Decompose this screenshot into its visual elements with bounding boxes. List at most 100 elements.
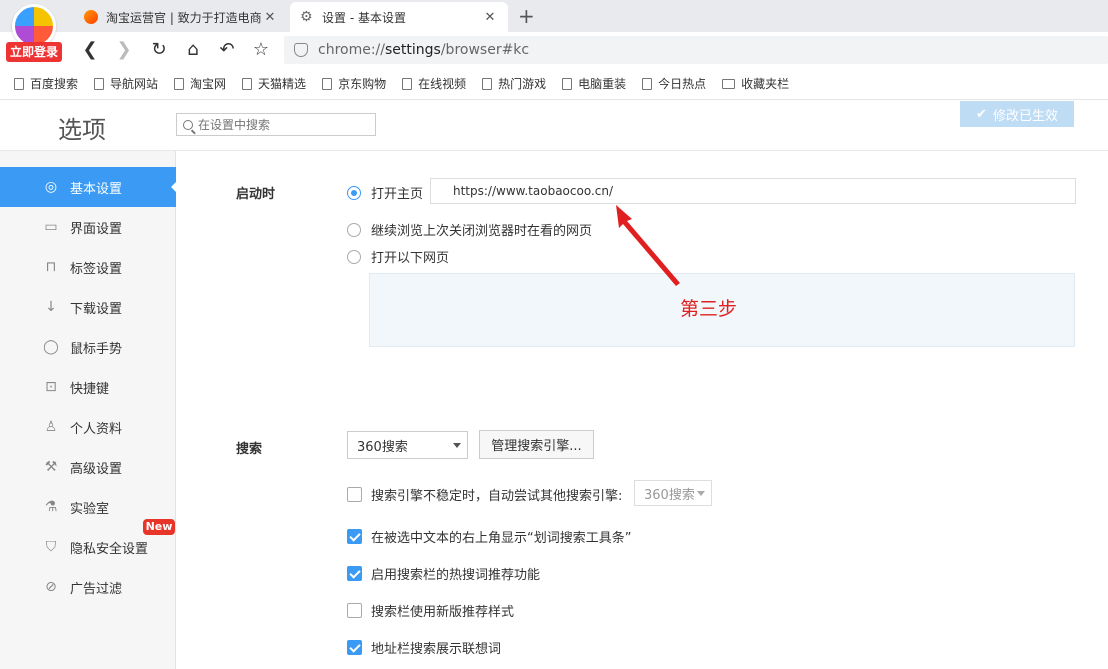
sidebar-item-label: 广告过滤: [70, 581, 123, 597]
startup-option-pages[interactable]: 打开以下网页: [347, 247, 449, 266]
option-new-style[interactable]: 搜索栏使用新版推荐样式: [347, 601, 514, 620]
taobao-favicon-icon: [84, 10, 98, 24]
startup-option-restore[interactable]: 继续浏览上次关闭浏览器时在看的网页: [347, 220, 592, 239]
radio-label: 打开主页: [371, 187, 424, 202]
new-tab-button[interactable]: +: [518, 4, 535, 28]
option-hot-search[interactable]: 启用搜索栏的热搜词推荐功能: [347, 564, 540, 583]
option-address-suggest[interactable]: 地址栏搜索展示联想词: [347, 638, 501, 657]
download-icon: ↓: [45, 299, 57, 315]
checkbox[interactable]: [347, 566, 362, 581]
user-icon: ♙: [44, 419, 58, 435]
checkbox[interactable]: [347, 640, 362, 655]
checkbox[interactable]: [347, 529, 362, 544]
bookmark-item[interactable]: 电脑重装: [562, 75, 626, 92]
sidebar-item-label: 实验室: [70, 501, 110, 517]
close-icon[interactable]: ✕: [482, 10, 498, 25]
tab-title: 设置 - 基本设置: [322, 10, 406, 25]
sidebar-item-label: 隐私安全设置: [70, 541, 149, 557]
back-icon[interactable]: ❮: [79, 39, 101, 61]
shield-icon: [294, 43, 308, 57]
page-icon: [174, 77, 185, 90]
checkbox-label: 在被选中文本的右上角显示“划词搜索工具条”: [371, 531, 632, 546]
star-icon[interactable]: ☆: [250, 39, 272, 61]
bookmark-item[interactable]: 淘宝网: [174, 75, 226, 92]
sidebar-item-label: 界面设置: [70, 221, 123, 237]
bookmark-item[interactable]: 在线视频: [402, 75, 466, 92]
sidebar-item-advanced[interactable]: ⚒ 高级设置: [0, 447, 176, 487]
sidebar-item-mouse[interactable]: ◯ 鼠标手势: [0, 327, 176, 367]
address-bar[interactable]: chrome://settings/browser#kc: [284, 36, 1108, 64]
option-auto-fallback[interactable]: 搜索引擎不稳定时，自动尝试其他搜索引擎:: [347, 485, 622, 504]
bookmark-item[interactable]: 导航网站: [94, 75, 158, 92]
sidebar-item-basic[interactable]: ◎ 基本设置: [0, 167, 177, 207]
forward-icon[interactable]: ❯: [113, 39, 135, 61]
bookmark-folder[interactable]: 收藏夹栏: [722, 75, 789, 92]
bookmark-label: 淘宝网: [190, 77, 227, 91]
page-icon: [242, 77, 253, 90]
bookmark-item[interactable]: 京东购物: [322, 75, 386, 92]
checkbox-label: 搜索引擎不稳定时，自动尝试其他搜索引擎:: [371, 489, 623, 504]
bookmark-label: 今日热点: [658, 77, 707, 91]
settings-search[interactable]: [176, 113, 376, 136]
check-icon: ✔: [976, 106, 987, 122]
page-icon: [322, 77, 333, 90]
home-icon[interactable]: ⌂: [182, 39, 204, 61]
bookmark-item[interactable]: 今日热点: [642, 75, 706, 92]
sidebar-item-shortcuts[interactable]: ⊡ 快捷键: [0, 367, 176, 407]
tab-taobao[interactable]: 淘宝运营官 | 致力于打造电商 ✕: [74, 2, 288, 32]
settings-sidebar: ◎ 基本设置 ▭ 界面设置 ⊓ 标签设置 ↓ 下载设置 ◯ 鼠标手势 ⊡ 快捷键 ♙ 个人资料…: [0, 151, 177, 669]
radio-label: 打开以下网页: [371, 251, 450, 266]
mouse-icon: ◯: [43, 339, 59, 355]
manage-search-engines-button[interactable]: 管理搜索引擎...: [479, 430, 594, 459]
radio-button[interactable]: [347, 249, 361, 264]
search-section-label: 搜索: [236, 442, 263, 457]
startup-section-label: 启动时: [236, 187, 276, 202]
changes-saved-button[interactable]: ✔ 修改已生效: [960, 101, 1074, 127]
page-icon: [482, 77, 493, 90]
url-host: settings: [385, 42, 441, 58]
radio-button[interactable]: [347, 185, 361, 200]
bookmark-item[interactable]: 百度搜索: [14, 75, 78, 92]
checkbox[interactable]: [347, 487, 362, 502]
tab-strip: 立即登录 淘宝运营官 | 致力于打造电商 ✕ ⚙ 设置 - 基本设置 ✕ +: [0, 0, 1108, 62]
page-icon: [562, 77, 573, 90]
search-input[interactable]: [198, 117, 368, 132]
tab-title: 淘宝运营官 | 致力于打造电商: [106, 10, 262, 25]
bookmark-label: 电脑重装: [578, 77, 627, 91]
search-icon: [183, 119, 193, 130]
bookmark-label: 收藏夹栏: [741, 77, 790, 91]
saved-label: 修改已生效: [992, 108, 1058, 124]
reload-icon[interactable]: ↻: [148, 39, 170, 61]
sidebar-item-profile[interactable]: ♙ 个人资料: [0, 407, 176, 447]
option-selection-toolbar[interactable]: 在被选中文本的右上角显示“划词搜索工具条”: [347, 527, 631, 546]
sidebar-item-adblock[interactable]: ⊘ 广告过滤: [0, 567, 176, 607]
chevron-down-icon: [697, 491, 705, 500]
bookmark-label: 天猫精选: [258, 77, 307, 91]
radio-button[interactable]: [347, 222, 361, 237]
keyboard-icon: ⊡: [45, 379, 57, 395]
browser-logo[interactable]: 立即登录: [6, 4, 62, 62]
flask-icon: ⚗: [44, 499, 58, 515]
undo-icon[interactable]: ↶: [216, 39, 238, 61]
login-badge[interactable]: 立即登录: [6, 42, 62, 62]
settings-header: 选项 ✔ 修改已生效: [0, 100, 1108, 151]
startup-option-homepage[interactable]: 打开主页: [347, 183, 423, 202]
tab-icon: ⊓: [45, 259, 57, 275]
search-engine-select[interactable]: 360搜索: [347, 431, 468, 459]
homepage-url-input[interactable]: https://www.taobaocoo.cn/: [430, 178, 1076, 204]
close-icon[interactable]: ✕: [262, 10, 278, 25]
step-annotation: 第三步: [680, 298, 738, 320]
page-icon: [14, 77, 24, 90]
page-icon: [402, 77, 413, 90]
bookmark-item[interactable]: 天猫精选: [242, 75, 306, 92]
bookmark-label: 百度搜索: [30, 77, 79, 91]
bookmark-item[interactable]: 热门游戏: [482, 75, 546, 92]
sidebar-item-tabs[interactable]: ⊓ 标签设置: [0, 247, 176, 287]
sidebar-item-interface[interactable]: ▭ 界面设置: [0, 207, 176, 247]
sidebar-item-label: 高级设置: [70, 461, 123, 477]
sidebar-item-download[interactable]: ↓ 下载设置: [0, 287, 176, 327]
tab-settings[interactable]: ⚙ 设置 - 基本设置 ✕: [290, 2, 508, 32]
checkbox[interactable]: [347, 603, 362, 618]
sidebar-item-label: 个人资料: [70, 421, 123, 437]
gear-icon: ⚙: [300, 9, 313, 25]
